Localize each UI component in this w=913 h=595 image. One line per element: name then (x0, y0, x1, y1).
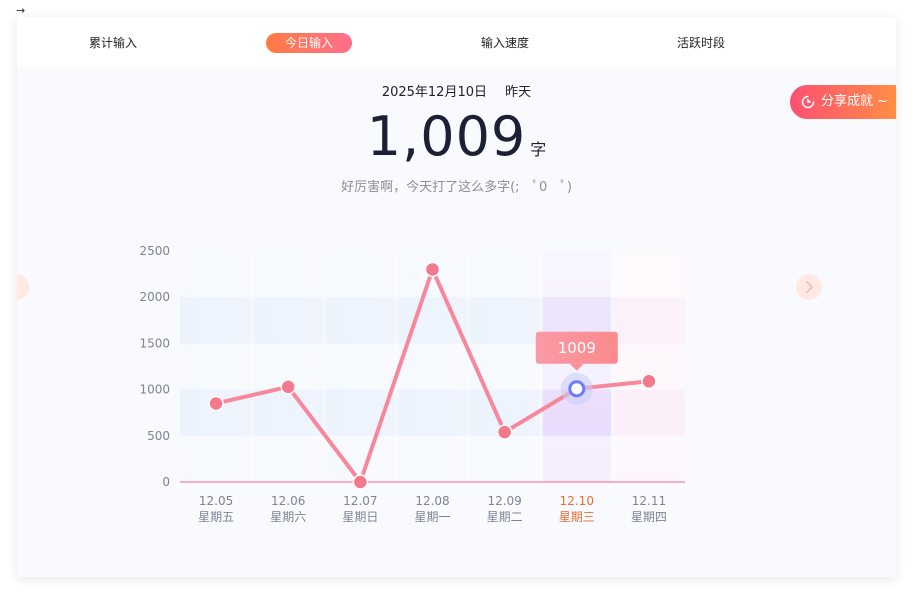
x-tick-weekday: 星期四 (631, 510, 667, 524)
data-point-selected[interactable] (568, 380, 586, 398)
x-tick-date: 12.11 (632, 494, 666, 508)
grid-band (180, 435, 685, 482)
x-tick-weekday: 星期五 (198, 510, 234, 524)
x-tick-date: 12.07 (343, 494, 377, 508)
tooltip-value: 1009 (558, 339, 596, 357)
x-tick-date: 12.06 (271, 494, 305, 508)
x-tick-date: 12.10 (560, 494, 594, 508)
data-point[interactable] (352, 474, 369, 490)
data-point[interactable] (424, 261, 441, 278)
x-tick-weekday: 星期二 (487, 510, 523, 524)
y-tick-label: 1500 (139, 336, 170, 350)
data-point[interactable] (496, 424, 513, 440)
daily-input-chart: 0 500 1000 1500 2000 2500 12.05 星期五 12.06 星期六 12.0… (139, 244, 685, 524)
y-tick-label: 0 (162, 475, 170, 489)
data-point[interactable] (208, 395, 224, 412)
y-tick-label: 500 (147, 429, 170, 443)
stats-card: 累计输入 今日输入 输入速度 活跃时段 2025年12月10日 昨天 1,009… (17, 17, 896, 577)
x-tick-weekday: 星期三 (559, 510, 595, 524)
corner-arrow-icon: → (16, 4, 26, 17)
x-tick-weekday: 星期一 (414, 510, 450, 524)
x-tick-weekday: 星期六 (270, 510, 306, 524)
y-tick-label: 2000 (139, 290, 170, 304)
x-tick-date: 12.05 (199, 494, 233, 508)
data-point[interactable] (641, 373, 657, 390)
data-point[interactable] (280, 379, 296, 395)
y-tick-label: 1000 (139, 383, 170, 397)
x-tick-date: 12.08 (415, 494, 449, 508)
x-tick-date: 12.09 (487, 494, 521, 508)
x-tick-weekday: 星期日 (342, 510, 378, 524)
y-tick-label: 2500 (139, 244, 170, 258)
